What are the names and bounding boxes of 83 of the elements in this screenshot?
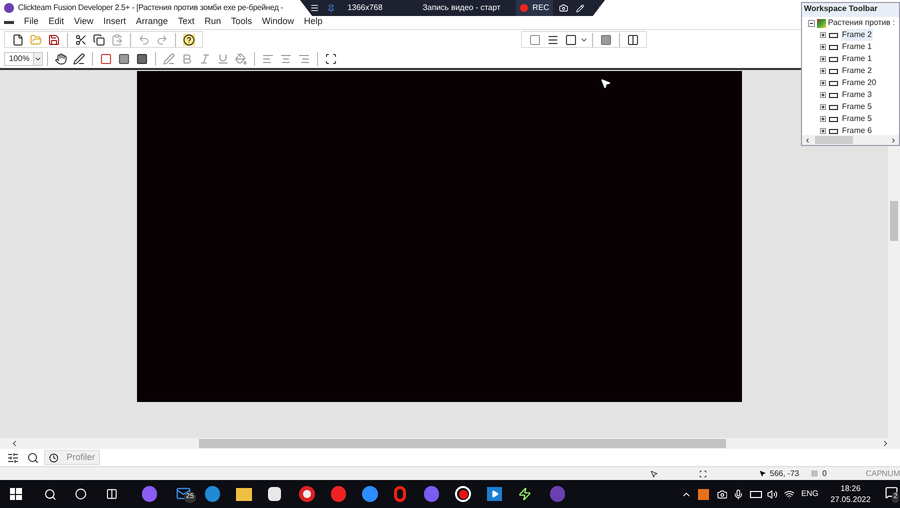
scroll-right-icon[interactable] <box>881 439 890 448</box>
panel-title: Workspace Toolbar <box>803 3 878 15</box>
caps-lock-indicator: CAP <box>866 468 882 480</box>
language-indicator[interactable]: ENG <box>801 488 819 500</box>
resolution-text: 1366x768 <box>347 2 383 14</box>
browser-icon[interactable] <box>299 486 315 502</box>
menu-item[interactable]: Window <box>262 15 294 29</box>
scroll-right-icon[interactable] <box>890 136 897 144</box>
folder-icon[interactable] <box>236 488 252 500</box>
expand-icon[interactable] <box>820 80 826 86</box>
menu-item[interactable]: Run <box>204 15 221 29</box>
help-icon[interactable] <box>180 32 198 48</box>
menu-item[interactable]: File <box>24 15 39 29</box>
clock-date[interactable]: 27.05.2022 <box>830 494 871 505</box>
menu-item[interactable]: Insert <box>103 15 126 29</box>
task-view-icon[interactable] <box>106 488 118 500</box>
menu-item[interactable]: Tools <box>230 15 252 29</box>
coordinates-text: 566, -73 <box>770 468 800 480</box>
clock-time[interactable]: 18:26 <box>840 483 861 494</box>
caret-icon <box>33 52 42 64</box>
application-icon <box>817 18 826 28</box>
menu-item[interactable]: Arrange <box>136 15 168 29</box>
menu-handle-icon <box>4 20 14 24</box>
expand-icon[interactable] <box>820 68 826 74</box>
battery-icon[interactable] <box>750 490 762 498</box>
rec-button[interactable]: REC <box>516 0 554 16</box>
video-call-icon[interactable] <box>362 486 378 502</box>
tree-item[interactable]: Frame 2 <box>841 29 873 41</box>
expand-icon[interactable] <box>820 32 826 38</box>
camera-icon[interactable] <box>716 488 728 500</box>
horizontal-scrollbar[interactable] <box>802 135 899 145</box>
camera-icon[interactable] <box>559 3 568 13</box>
app-logo-icon <box>4 2 14 12</box>
record-icon[interactable] <box>455 486 471 502</box>
assistant-icon[interactable] <box>142 486 158 502</box>
objects-icon <box>811 470 818 477</box>
expand-icon[interactable] <box>820 44 826 50</box>
search-icon[interactable] <box>44 488 56 500</box>
expand-icon[interactable] <box>820 128 826 134</box>
menu-item[interactable]: View <box>74 15 94 29</box>
tray-app-icon[interactable] <box>698 488 709 500</box>
tree-item[interactable]: Frame 5 <box>841 101 873 113</box>
scroll-left-icon[interactable] <box>804 136 811 144</box>
cursor-icon <box>600 78 611 89</box>
zoom-dropdown[interactable]: 100% <box>4 52 44 66</box>
pointer-icon <box>758 470 766 477</box>
resize-icon <box>699 470 708 478</box>
clock-icon <box>49 452 58 462</box>
expand-icon[interactable] <box>820 116 826 122</box>
window-title: Clickteam Fusion Developer 2.5+ - [Растения против зомби exe ре-брейнед - <box>18 2 284 14</box>
object-count-text: 0 <box>822 468 828 480</box>
expand-icon[interactable] <box>820 92 826 98</box>
tree-item[interactable]: Frame 2 <box>841 65 873 77</box>
menu-item[interactable]: Edit <box>48 15 64 29</box>
expand-icon[interactable] <box>820 56 826 62</box>
arrow-icon <box>650 470 658 478</box>
menu-item[interactable]: Help <box>304 15 323 29</box>
recording-title: Запись видео - старт <box>422 2 500 14</box>
pencil-icon[interactable] <box>576 4 585 12</box>
collapse-icon[interactable] <box>808 20 815 26</box>
tree-item[interactable]: Frame 3 <box>841 89 873 101</box>
menu-icon[interactable] <box>310 3 320 13</box>
tree-item[interactable]: Frame 6 <box>841 125 873 135</box>
chat-icon[interactable] <box>424 486 440 502</box>
microphone-icon[interactable] <box>733 488 744 500</box>
tree-item[interactable]: Растения против : <box>828 17 895 29</box>
cortana-icon[interactable] <box>75 488 87 500</box>
wifi-icon[interactable] <box>784 488 794 500</box>
pin-icon[interactable] <box>327 4 336 12</box>
scroll-left-icon[interactable] <box>10 439 19 448</box>
volume-icon[interactable] <box>766 488 778 500</box>
app-logo-icon[interactable] <box>550 486 566 502</box>
tree-item[interactable]: Frame 5 <box>841 113 873 125</box>
tree-item[interactable]: Frame 1 <box>841 41 873 53</box>
menu-item[interactable]: Text <box>178 15 194 29</box>
start-icon[interactable] <box>10 488 22 500</box>
num-lock-indicator: NUM <box>882 468 900 480</box>
tree-item[interactable]: Frame 20 <box>841 77 878 89</box>
video-editor-icon[interactable] <box>486 487 502 501</box>
lightning-icon[interactable] <box>518 487 532 501</box>
store-icon[interactable] <box>268 487 282 501</box>
expand-icon[interactable] <box>820 104 826 110</box>
tree-item[interactable]: Frame 1 <box>841 53 873 65</box>
